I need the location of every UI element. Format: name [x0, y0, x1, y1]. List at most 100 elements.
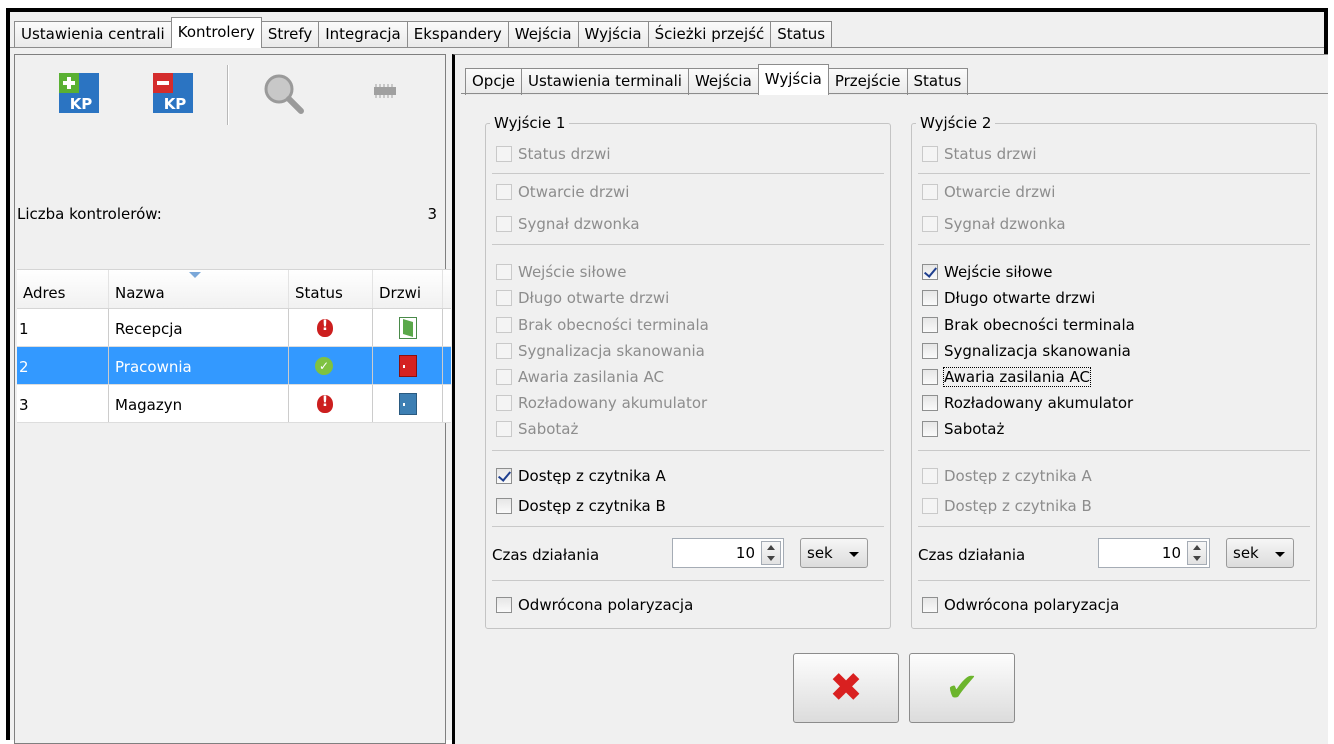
- spinner-buttons[interactable]: [1187, 541, 1207, 565]
- checkbox[interactable]: [922, 290, 938, 306]
- checkbox-label: Wejście siłowe: [518, 263, 627, 281]
- tab-ekspandery[interactable]: Ekspandery: [406, 21, 509, 48]
- divider: [492, 450, 884, 451]
- output-1-czytnik-a[interactable]: Dostęp z czytnika A: [496, 465, 666, 487]
- output-1-brak-terminala[interactable]: Brak obecności terminala: [496, 314, 709, 336]
- output-2-sygnal-dzwonka[interactable]: Sygnał dzwonka: [922, 213, 1066, 235]
- tab-wyjscia[interactable]: Wyjścia: [577, 21, 649, 48]
- tab-strefy[interactable]: Strefy: [260, 21, 320, 48]
- output-2-czas-spinner[interactable]: 10: [1098, 538, 1210, 568]
- spin-down-icon[interactable]: [1193, 556, 1201, 561]
- output-1-awaria-ac[interactable]: Awaria zasilania AC: [496, 366, 664, 388]
- output-2-czytnik-a[interactable]: Dostęp z czytnika A: [922, 465, 1092, 487]
- checkbox[interactable]: [496, 184, 512, 200]
- column-header-nazwa[interactable]: Nazwa: [109, 270, 289, 308]
- subtab-przejscie[interactable]: Przejście: [827, 68, 908, 95]
- checkbox[interactable]: [922, 343, 938, 359]
- checkbox[interactable]: [496, 290, 512, 306]
- output-1-czytnik-b[interactable]: Dostęp z czytnika B: [496, 495, 666, 517]
- output-2-wejscie-silowe[interactable]: Wejście siłowe: [922, 261, 1053, 283]
- remove-kp-icon: KP: [153, 73, 193, 113]
- checkbox[interactable]: [922, 395, 938, 411]
- add-kp-icon: KP: [59, 73, 99, 113]
- checkbox[interactable]: [922, 498, 938, 514]
- output-1-czas-spinner[interactable]: 10: [672, 538, 784, 568]
- checkbox[interactable]: [922, 317, 938, 333]
- output-2-brak-terminala[interactable]: Brak obecności terminala: [922, 314, 1135, 336]
- checkbox[interactable]: [922, 597, 938, 613]
- add-controller-button[interactable]: KP: [45, 63, 107, 125]
- remove-controller-button[interactable]: KP: [139, 63, 201, 125]
- output-2-sygn-skan[interactable]: Sygnalizacja skanowania: [922, 340, 1131, 362]
- checkbox[interactable]: [922, 369, 938, 385]
- search-button[interactable]: [253, 63, 315, 125]
- tab-wejscia[interactable]: Wejścia: [507, 21, 579, 48]
- output-1-akumulator[interactable]: Rozładowany akumulator: [496, 392, 707, 414]
- output-2-czytnik-b[interactable]: Dostęp z czytnika B: [922, 495, 1092, 517]
- output-2-polaryzacja[interactable]: Odwrócona polaryzacja: [922, 594, 1119, 616]
- output-2-status-drzwi[interactable]: Status drzwi: [922, 143, 1037, 165]
- checkbox[interactable]: [922, 264, 938, 280]
- subtab-opcje[interactable]: Opcje: [465, 68, 522, 95]
- output-2-dlugo-otwarte[interactable]: Długo otwarte drzwi: [922, 287, 1095, 309]
- output-1-czas-label: Czas działania: [492, 546, 600, 564]
- checkbox[interactable]: [496, 317, 512, 333]
- output-1-sabotaz[interactable]: Sabotaż: [496, 418, 578, 440]
- tab-ustawienia-centrali[interactable]: Ustawienia centrali: [14, 21, 172, 48]
- checkbox-label: Brak obecności terminala: [518, 316, 709, 334]
- checkbox[interactable]: [496, 421, 512, 437]
- output-1-otwarcie-drzwi[interactable]: Otwarcie drzwi: [496, 181, 629, 203]
- spin-down-icon[interactable]: [767, 556, 775, 561]
- divider: [918, 173, 1310, 174]
- checkbox[interactable]: [496, 498, 512, 514]
- output-1-polaryzacja[interactable]: Odwrócona polaryzacja: [496, 594, 693, 616]
- column-header-adres[interactable]: Adres: [17, 270, 109, 308]
- spin-up-icon[interactable]: [1193, 545, 1201, 550]
- checkbox[interactable]: [496, 369, 512, 385]
- subtab-status[interactable]: Status: [906, 68, 969, 95]
- output-2-awaria-ac[interactable]: Awaria zasilania AC: [922, 366, 1091, 388]
- checkbox[interactable]: [922, 421, 938, 437]
- module-button[interactable]: [355, 63, 417, 125]
- column-header-drzwi[interactable]: Drzwi: [373, 270, 443, 308]
- cancel-button[interactable]: ✖: [793, 653, 899, 723]
- checkbox[interactable]: [496, 264, 512, 280]
- output-1-unit-select[interactable]: sek: [800, 538, 868, 568]
- output-1-dlugo-otwarte[interactable]: Długo otwarte drzwi: [496, 287, 669, 309]
- output-2-sabotaz[interactable]: Sabotaż: [922, 418, 1004, 440]
- output-1-wejscie-silowe[interactable]: Wejście siłowe: [496, 261, 627, 283]
- spinner-buttons[interactable]: [761, 541, 781, 565]
- table-row[interactable]: 2 Pracownia ✓: [17, 347, 451, 385]
- checkbox[interactable]: [496, 395, 512, 411]
- subtab-ustawienia-terminali[interactable]: Ustawienia terminali: [520, 68, 689, 95]
- table-row[interactable]: 1 Recepcja: [17, 309, 451, 347]
- checkbox[interactable]: [922, 216, 938, 232]
- checkbox-label: Odwrócona polaryzacja: [518, 596, 694, 614]
- checkbox[interactable]: [922, 468, 938, 484]
- spin-up-icon[interactable]: [767, 545, 775, 550]
- checkbox[interactable]: [496, 597, 512, 613]
- checkbox[interactable]: [496, 343, 512, 359]
- tab-sciezki-przejsc[interactable]: Ścieżki przejść: [647, 21, 772, 48]
- checkbox-label: Otwarcie drzwi: [518, 183, 630, 201]
- table-row[interactable]: 3 Magazyn: [17, 385, 451, 423]
- tab-status[interactable]: Status: [770, 21, 833, 48]
- output-2-akumulator[interactable]: Rozładowany akumulator: [922, 392, 1133, 414]
- output-2-unit-select[interactable]: sek: [1226, 538, 1294, 568]
- checkbox[interactable]: [496, 216, 512, 232]
- column-header-status[interactable]: Status: [289, 270, 373, 308]
- subtab-wyjscia[interactable]: Wyjścia: [757, 64, 829, 95]
- checkbox[interactable]: [922, 146, 938, 162]
- checkbox[interactable]: [496, 146, 512, 162]
- tab-integracja[interactable]: Integracja: [318, 21, 408, 48]
- checkbox[interactable]: [496, 468, 512, 484]
- tab-kontrolery[interactable]: Kontrolery: [170, 17, 262, 48]
- output-1-sygn-skan[interactable]: Sygnalizacja skanowania: [496, 340, 705, 362]
- subtab-wejscia[interactable]: Wejścia: [687, 68, 759, 95]
- output-1-status-drzwi[interactable]: Status drzwi: [496, 143, 611, 165]
- divider: [492, 244, 884, 245]
- output-2-otwarcie-drzwi[interactable]: Otwarcie drzwi: [922, 181, 1055, 203]
- output-1-sygnal-dzwonka[interactable]: Sygnał dzwonka: [496, 213, 640, 235]
- confirm-button[interactable]: ✔: [909, 653, 1015, 723]
- checkbox[interactable]: [922, 184, 938, 200]
